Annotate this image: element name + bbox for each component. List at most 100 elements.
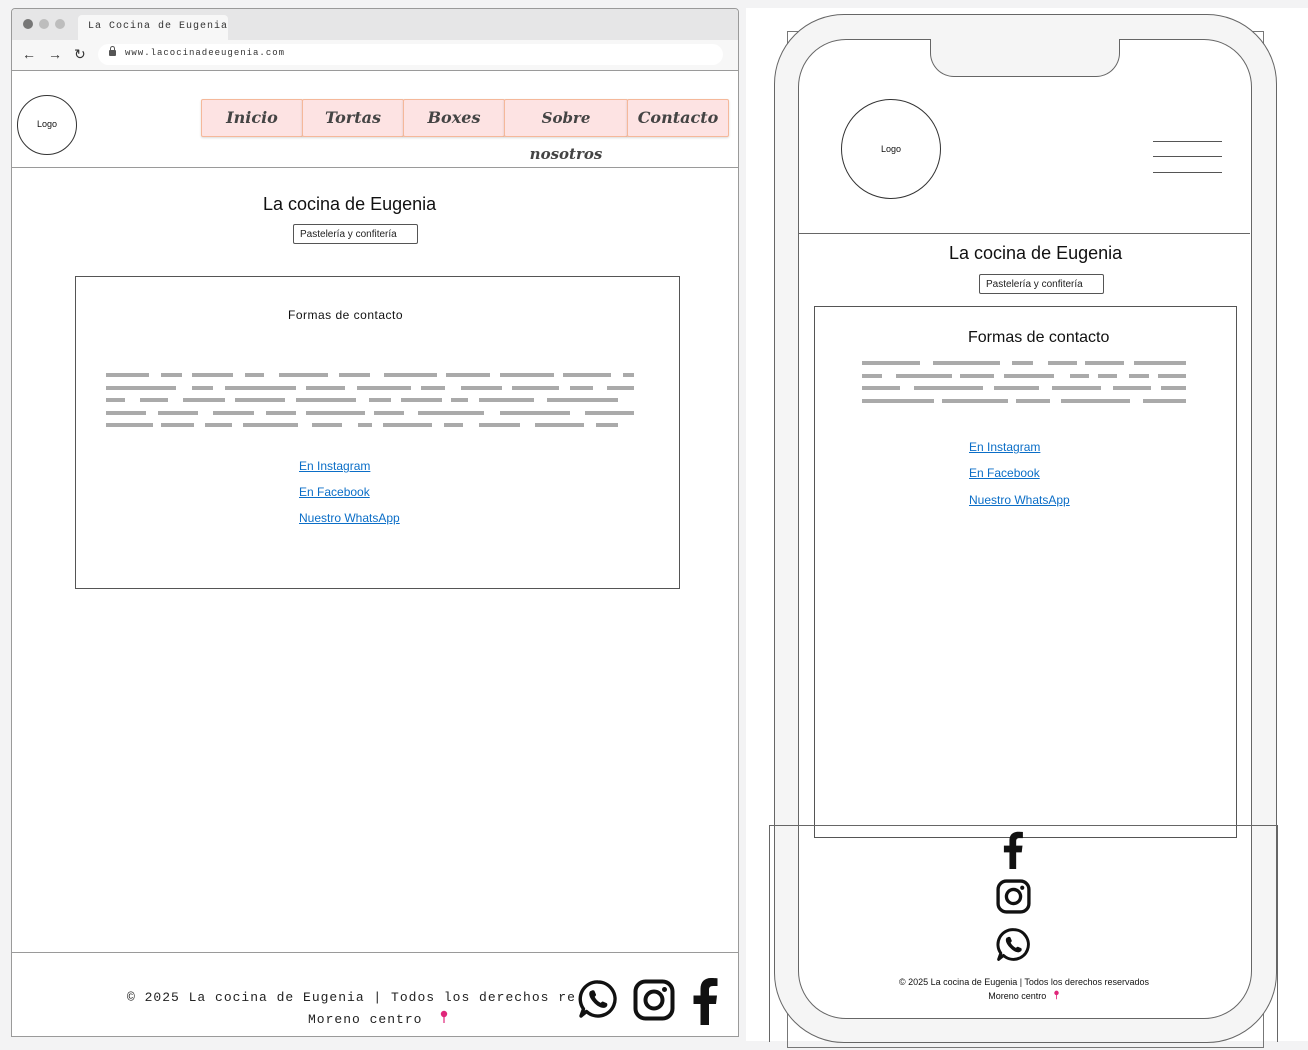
placeholder-text-dash [607, 385, 634, 390]
placeholder-text-dash [862, 373, 882, 378]
placeholder-text-dash [1129, 373, 1149, 378]
placeholder-text-dash [896, 373, 952, 378]
placeholder-text-dash [1061, 398, 1130, 403]
url-field[interactable]: www.lacocinadeeugenia.com [98, 44, 723, 65]
footer-copyright: © 2025 La cocina de Eugenia | Todos los … [127, 990, 576, 1005]
mobile-location-pin-icon [1054, 990, 1059, 1000]
placeholder-text-dash [418, 410, 484, 415]
instagram-icon[interactable] [633, 979, 675, 1021]
mobile-whatsapp-link[interactable]: Nuestro WhatsApp [969, 493, 1070, 507]
mobile-facebook-icon[interactable] [1000, 831, 1026, 869]
lock-icon [109, 46, 116, 56]
forward-arrow-icon[interactable]: → [48, 47, 62, 61]
placeholder-text-dash [374, 410, 404, 415]
mobile-header-divider [799, 233, 1250, 234]
placeholder-text-dash [106, 398, 125, 402]
mobile-page-title: La cocina de Eugenia [949, 243, 1123, 263]
placeholder-text-dash [312, 423, 342, 427]
reload-icon[interactable]: ↻ [74, 47, 86, 61]
back-arrow-icon[interactable]: ← [22, 47, 36, 61]
placeholder-text-dash [140, 398, 168, 402]
placeholder-text-dash [1085, 361, 1124, 365]
contact-section: Formas de contacto En Instagram En Faceb… [75, 276, 680, 589]
page-title: La cocina de Eugenia [263, 194, 437, 214]
placeholder-text-dash [245, 373, 264, 377]
placeholder-text-dash [266, 410, 296, 415]
placeholder-text-dash [161, 373, 182, 377]
window-maximize-dot[interactable] [55, 19, 65, 29]
placeholder-text-dash [1004, 373, 1054, 378]
placeholder-text-dash [563, 373, 611, 377]
address-bar-row: ← → ↻ www.lacocinadeeugenia.com [12, 40, 738, 71]
placeholder-text-dash [623, 373, 634, 377]
contact-heading: Formas de contacto [288, 308, 404, 322]
mobile-subtitle-badge: Pastelería y confitería [979, 274, 1104, 294]
placeholder-text-dash [500, 410, 570, 415]
mobile-instagram-link[interactable]: En Instagram [969, 440, 1040, 454]
window-minimize-dot[interactable] [39, 19, 49, 29]
placeholder-text-dash [369, 398, 391, 402]
placeholder-text-dash [1113, 386, 1151, 390]
placeholder-text-dash [1016, 398, 1050, 403]
placeholder-text-dash [444, 423, 463, 427]
footer-location-text: Moreno centro [308, 1012, 423, 1027]
facebook-link[interactable]: En Facebook [299, 485, 370, 499]
placeholder-text-dash [914, 386, 983, 390]
nav-item-sobre-nosotros[interactable]: Sobre nosotros [504, 99, 628, 163]
instagram-link[interactable]: En Instagram [299, 459, 370, 473]
placeholder-text-dash [1134, 361, 1186, 365]
logo[interactable]: Logo [17, 95, 77, 155]
window-close-dot[interactable] [23, 19, 33, 29]
placeholder-text-dash [213, 410, 254, 415]
browser-tab-bar: La Cocina de Eugenia [12, 9, 738, 40]
whatsapp-icon[interactable] [578, 979, 618, 1019]
mobile-logo-label: Logo [880, 144, 902, 154]
placeholder-text-dash [158, 410, 198, 415]
mobile-logo[interactable]: Logo [841, 99, 941, 199]
mobile-footer-copyright: © 2025 La cocina de Eugenia | Todos los … [899, 977, 1149, 987]
mobile-instagram-icon[interactable] [996, 879, 1031, 914]
placeholder-text-dash [106, 423, 153, 427]
placeholder-text-dash [306, 410, 365, 415]
browser-tab[interactable]: La Cocina de Eugenia [78, 15, 228, 40]
mobile-footer-location: Moreno centro [798, 990, 1250, 1001]
placeholder-text-dash [383, 423, 432, 427]
mobile-footer-location-text: Moreno centro [988, 991, 1047, 1001]
placeholder-text-dash [960, 373, 994, 378]
nav-item-boxes[interactable]: Boxes [403, 99, 505, 137]
url-text: www.lacocinadeeugenia.com [125, 48, 286, 58]
placeholder-text-dash [1161, 386, 1186, 390]
placeholder-text-dash [225, 385, 296, 390]
placeholder-text-dash [357, 385, 411, 390]
placeholder-text-dash [296, 398, 356, 402]
placeholder-text-dash [570, 385, 593, 390]
placeholder-text-dash [585, 410, 634, 415]
nav-item-tortas[interactable]: Tortas [302, 99, 404, 137]
mobile-facebook-link[interactable]: En Facebook [969, 466, 1040, 480]
placeholder-text-dash [192, 373, 233, 377]
placeholder-text-dash [235, 398, 285, 402]
nav-item-contacto[interactable]: Contacto [627, 99, 729, 137]
placeholder-text-dash [942, 398, 1008, 403]
placeholder-text-dash [421, 385, 445, 390]
placeholder-text-dash [547, 398, 618, 402]
placeholder-text-dash [994, 386, 1039, 390]
placeholder-text-dash [1098, 373, 1117, 378]
phone-notch [930, 39, 1120, 77]
whatsapp-link[interactable]: Nuestro WhatsApp [299, 511, 400, 525]
placeholder-text-dash [306, 385, 345, 390]
facebook-icon[interactable] [689, 977, 721, 1025]
nav-item-inicio[interactable]: Inicio [201, 99, 303, 137]
placeholder-text-dash [862, 398, 934, 403]
footer-location: Moreno centro [308, 1010, 449, 1027]
placeholder-text-dash [243, 423, 298, 427]
placeholder-text-dash [479, 423, 520, 427]
placeholder-text-dash [1070, 373, 1089, 378]
placeholder-text-dash [535, 423, 584, 427]
desktop-footer: © 2025 La cocina de Eugenia | Todos los … [12, 952, 738, 1036]
placeholder-text-dash [384, 373, 437, 377]
placeholder-text-dash [479, 398, 534, 402]
mobile-whatsapp-icon[interactable] [996, 927, 1031, 962]
placeholder-text-dash [451, 398, 468, 402]
subtitle-text: Pastelería y confitería [300, 229, 397, 240]
